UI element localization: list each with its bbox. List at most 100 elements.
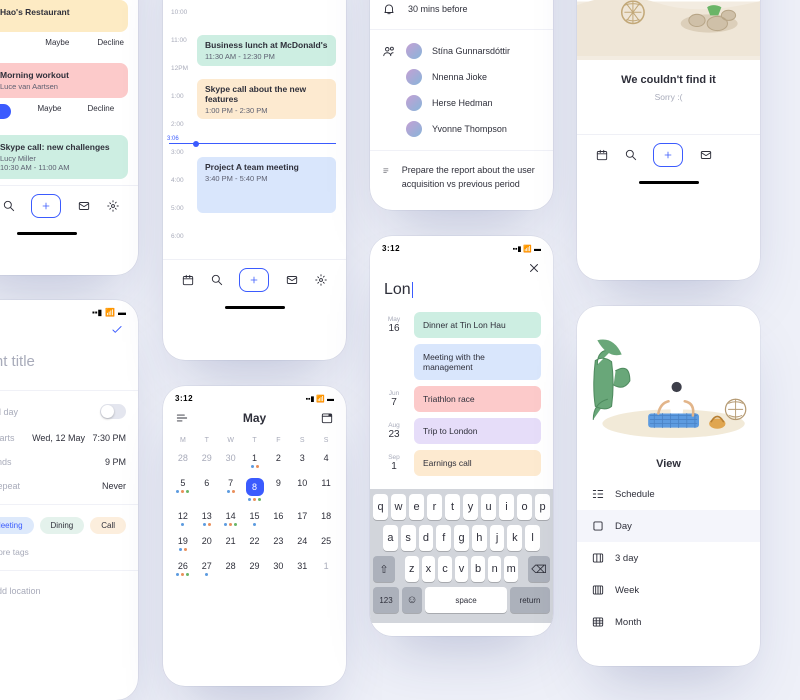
mail-icon[interactable] bbox=[285, 273, 299, 287]
rsvp-accept[interactable]: Accept bbox=[0, 104, 11, 119]
event-skype[interactable]: Skype call: new challenges Lucy Miller10… bbox=[0, 135, 128, 179]
event-lunch: Business lunch at McDonald's11:30 AM - 1… bbox=[197, 35, 336, 66]
statusbar: 3:12▪▪▮ 📶 ▬ bbox=[370, 236, 553, 255]
key-x[interactable]: x bbox=[422, 556, 436, 582]
location-row[interactable]: Add location bbox=[0, 577, 138, 605]
key-y[interactable]: y bbox=[463, 494, 478, 520]
search-results: May16Dinner at Tin Lon HauMeeting with t… bbox=[370, 309, 553, 489]
key-c[interactable]: c bbox=[438, 556, 452, 582]
key-m[interactable]: m bbox=[504, 556, 518, 582]
key-v[interactable]: v bbox=[455, 556, 469, 582]
menu-icon[interactable] bbox=[175, 411, 189, 425]
attendee-row[interactable]: Herse Hedman bbox=[370, 90, 553, 116]
month-header: May bbox=[163, 405, 346, 431]
key-n[interactable]: n bbox=[488, 556, 502, 582]
view-option-week[interactable]: Week bbox=[577, 574, 760, 606]
tag-dining[interactable]: Dining bbox=[40, 517, 85, 534]
notes-icon bbox=[382, 164, 390, 178]
calendar-icon[interactable] bbox=[595, 148, 609, 162]
illustration-desert bbox=[577, 0, 760, 60]
card-search: 3:12▪▪▮ 📶 ▬ Lon May16Dinner at Tin Lon H… bbox=[370, 236, 553, 636]
starts-row[interactable]: StartsWed, 12 May 7:30 PM bbox=[0, 426, 138, 450]
event-title: Skype call: new challenges bbox=[0, 142, 110, 152]
bottom-nav bbox=[163, 259, 346, 302]
view-option-month[interactable]: Month bbox=[577, 606, 760, 638]
event-restaurant[interactable]: Hao's Restaurant bbox=[0, 0, 128, 32]
tag-call[interactable]: Call bbox=[90, 517, 126, 534]
search-result[interactable]: Meeting with the management bbox=[370, 341, 553, 383]
month-title: May bbox=[243, 411, 266, 425]
mail-icon[interactable] bbox=[699, 148, 713, 162]
today-icon[interactable] bbox=[320, 411, 334, 425]
search-icon[interactable] bbox=[210, 273, 224, 287]
key-s[interactable]: s bbox=[401, 525, 416, 551]
editor-header bbox=[0, 319, 138, 347]
key-h[interactable]: h bbox=[472, 525, 487, 551]
key-w[interactable]: w bbox=[391, 494, 406, 520]
view-option-schedule[interactable]: Schedule bbox=[577, 478, 760, 510]
allday-toggle[interactable] bbox=[100, 404, 126, 419]
key-l[interactable]: l bbox=[525, 525, 540, 551]
reminder-row[interactable]: 30 mins before bbox=[370, 0, 553, 23]
add-button[interactable] bbox=[653, 143, 683, 167]
keyboard[interactable]: qwertyuiop asdfghjkl ⇧zxcvbnm⌫ 123☺space… bbox=[370, 489, 553, 623]
emoji-key: ☺ bbox=[402, 587, 422, 613]
search-result[interactable]: Sep1Earnings call bbox=[370, 447, 553, 479]
key-f[interactable]: f bbox=[436, 525, 451, 551]
key-g[interactable]: g bbox=[454, 525, 469, 551]
attendee-list: Stína GunnarsdóttirNnenna JiokeHerse Hed… bbox=[370, 36, 553, 144]
settings-icon[interactable] bbox=[314, 273, 328, 287]
rsvp-maybe[interactable]: Maybe bbox=[37, 104, 61, 119]
search-result[interactable]: Jun7Triathlon race bbox=[370, 383, 553, 415]
key-a[interactable]: a bbox=[383, 525, 398, 551]
attendee-row[interactable]: Yvonne Thompson bbox=[370, 116, 553, 142]
settings-icon[interactable] bbox=[106, 199, 120, 213]
mail-icon[interactable] bbox=[77, 199, 91, 213]
month-grid[interactable]: 2829301234567891011121314151617181920212… bbox=[163, 448, 346, 581]
view-option-day[interactable]: Day bbox=[577, 510, 760, 542]
key-e[interactable]: e bbox=[409, 494, 424, 520]
add-button[interactable] bbox=[239, 268, 269, 292]
key-o[interactable]: o bbox=[517, 494, 532, 520]
key-u[interactable]: u bbox=[481, 494, 496, 520]
search-icon[interactable] bbox=[624, 148, 638, 162]
timeline[interactable]: 10:0011:0012PM1:002:003:004:005:006:00 B… bbox=[163, 0, 346, 259]
search-input[interactable]: Lon bbox=[370, 281, 553, 309]
view-option-3-day[interactable]: 3 day bbox=[577, 542, 760, 574]
rsvp-maybe[interactable]: Maybe bbox=[45, 38, 69, 47]
key-p[interactable]: p bbox=[535, 494, 550, 520]
card-month-view: 3:12▪▪▮ 📶 ▬ May MTWTFSS 2829301234567891… bbox=[163, 386, 346, 686]
more-tags[interactable]: More tags bbox=[0, 540, 138, 564]
key-t[interactable]: t bbox=[445, 494, 460, 520]
key-i[interactable]: i bbox=[499, 494, 514, 520]
illustration-picnic bbox=[577, 326, 760, 446]
ends-row[interactable]: Ends9 PM bbox=[0, 450, 138, 474]
key-q[interactable]: q bbox=[373, 494, 388, 520]
key-r[interactable]: r bbox=[427, 494, 442, 520]
statusbar: 3:12▪▪▮ 📶 ▬ bbox=[163, 386, 346, 405]
rsvp-decline[interactable]: Decline bbox=[97, 38, 124, 47]
attendee-row[interactable]: Nnenna Jioke bbox=[370, 64, 553, 90]
add-button[interactable] bbox=[31, 194, 61, 218]
rsvp-row: Accept Maybe Decline bbox=[0, 104, 138, 129]
tag-meeting[interactable]: Meeting bbox=[0, 517, 34, 534]
key-b[interactable]: b bbox=[471, 556, 485, 582]
key-d[interactable]: d bbox=[419, 525, 434, 551]
search-result[interactable]: Aug23Trip to London bbox=[370, 415, 553, 447]
event-workout[interactable]: Morning workout Luce van Aartsen bbox=[0, 63, 128, 98]
key-k[interactable]: k bbox=[507, 525, 522, 551]
key-j[interactable]: j bbox=[490, 525, 505, 551]
event-title: Hao's Restaurant bbox=[0, 7, 70, 17]
card-event-editor: 3:12 ▪▪▮📶▬ Event title All day StartsWed… bbox=[0, 300, 138, 700]
repeat-row[interactable]: RepeatNever bbox=[0, 474, 138, 498]
key-z[interactable]: z bbox=[405, 556, 419, 582]
search-result[interactable]: May16Dinner at Tin Lon Hau bbox=[370, 309, 553, 341]
attendee-row[interactable]: Stína Gunnarsdóttir bbox=[370, 38, 553, 64]
event-title-input[interactable]: Event title bbox=[0, 347, 138, 384]
return-key: return bbox=[510, 587, 550, 613]
search-icon[interactable] bbox=[2, 199, 16, 213]
rsvp-decline[interactable]: Decline bbox=[87, 104, 114, 119]
close-icon[interactable] bbox=[527, 261, 541, 275]
check-icon[interactable] bbox=[110, 323, 124, 337]
calendar-icon[interactable] bbox=[181, 273, 195, 287]
